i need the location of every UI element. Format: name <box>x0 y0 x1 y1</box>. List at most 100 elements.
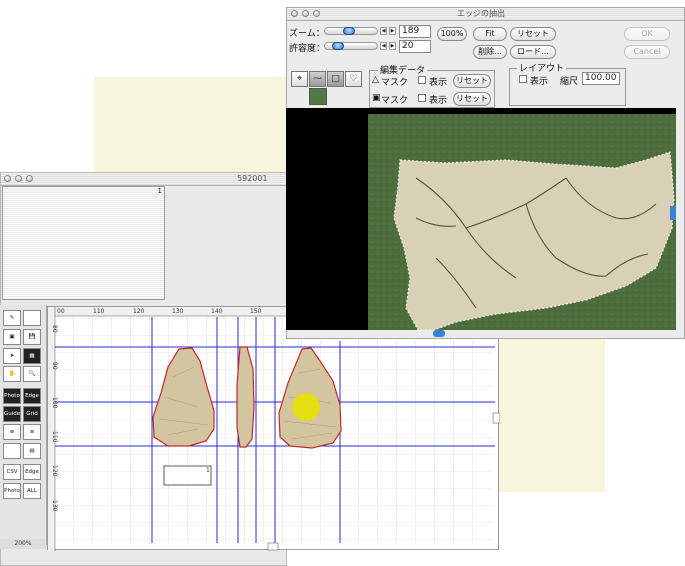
edge-window-titlebar[interactable]: エッジの抽出 <box>287 8 684 21</box>
guide-button[interactable]: Guide <box>3 406 21 422</box>
lasso-icon[interactable]: ♡ <box>345 71 362 87</box>
edge-window-title: エッジの抽出 <box>457 9 505 18</box>
zoom-decrease-icon[interactable]: ◀ <box>380 27 387 35</box>
vruler-label: 120 <box>51 465 58 477</box>
all-export-button[interactable]: ALL <box>23 483 41 499</box>
background-panel-top <box>94 77 287 172</box>
delete-button[interactable]: 削除... <box>473 45 507 59</box>
bottom-scroll-handle[interactable] <box>267 542 279 551</box>
artifact-side[interactable] <box>236 346 255 448</box>
crop-icon[interactable]: ⌖ <box>291 71 308 87</box>
text-box[interactable] <box>163 465 212 486</box>
zoom-slider-knob[interactable] <box>343 27 355 35</box>
close-icon[interactable] <box>4 175 11 182</box>
tolerance-label: 許容度： <box>289 44 326 54</box>
zoom-icon[interactable] <box>313 10 320 17</box>
fit-button[interactable]: Fit <box>473 27 507 41</box>
scale-label: 縮尺 <box>560 77 579 87</box>
minimize-icon[interactable] <box>15 175 22 182</box>
mask2-show-checkbox[interactable] <box>418 94 426 102</box>
hand-tool-icon[interactable]: ✋ <box>3 366 21 382</box>
edge-export-button[interactable]: Edge <box>23 464 41 480</box>
cancel-button[interactable]: Cancel <box>624 45 670 59</box>
ruler-label: 150 <box>250 308 262 315</box>
document-canvas[interactable]: 00 110 120 130 140 150 80 90 100 110 120… <box>47 306 500 551</box>
mask2-show-label: 表示 <box>429 96 448 106</box>
vruler-label: 100 <box>51 397 58 409</box>
horizontal-scroll-knob[interactable] <box>433 330 445 337</box>
minimize-icon[interactable] <box>302 10 309 17</box>
zoom-label: ズーム： <box>289 29 325 39</box>
align-left-icon[interactable]: ≡ <box>3 424 21 440</box>
close-icon[interactable] <box>291 10 298 17</box>
zoom-icon[interactable] <box>26 175 33 182</box>
tolerance-increase-icon[interactable]: ▶ <box>389 42 396 50</box>
text-box-number: 1 <box>206 467 210 474</box>
blank-tool-icon[interactable] <box>23 310 41 326</box>
document-window-titlebar[interactable]: 592001 <box>1 173 286 186</box>
rect-select-icon[interactable]: □ <box>327 71 344 87</box>
edge-button[interactable]: Edge <box>23 388 41 404</box>
photo-button[interactable]: Photo <box>3 388 21 404</box>
tolerance-field[interactable]: 20 <box>399 40 431 53</box>
image-view[interactable] <box>286 108 676 330</box>
mask1-show-checkbox[interactable] <box>418 76 426 84</box>
ruler-label: 120 <box>133 308 145 315</box>
layout-legend: レイアウト <box>517 61 567 74</box>
tolerance-slider[interactable] <box>324 42 378 50</box>
ruler-label: 130 <box>172 308 184 315</box>
tolerance-decrease-icon[interactable]: ◀ <box>380 42 387 50</box>
photo-export-button[interactable]: Photo <box>3 483 21 499</box>
canvas-drawing: 00 110 120 130 140 150 80 90 100 110 120… <box>48 307 500 551</box>
mask2-label: マスク <box>381 96 409 106</box>
reset-button[interactable]: リセット <box>510 27 556 41</box>
page-tool-icon[interactable]: ▤ <box>23 443 41 459</box>
grid <box>55 317 491 543</box>
vertical-ruler <box>48 307 55 551</box>
eyedropper-icon[interactable]: ⁓ <box>309 71 326 87</box>
zoom-level: 200% <box>0 539 46 549</box>
image-tool-icon[interactable]: ▣ <box>3 329 21 345</box>
vruler-label: 130 <box>51 500 58 512</box>
scale-field[interactable]: 100.00 <box>582 72 620 85</box>
blank-tool-2-icon[interactable] <box>3 443 21 459</box>
layout-show-checkbox[interactable] <box>519 75 527 83</box>
zoom-100-button[interactable]: 100% <box>437 27 467 41</box>
align-center-icon[interactable]: ≡ <box>23 424 41 440</box>
background-panel-right <box>498 339 605 492</box>
ruler-label: 140 <box>211 308 223 315</box>
mask1-icon: △ <box>372 75 379 85</box>
document-window-title: 592001 <box>237 174 268 183</box>
ok-button[interactable]: OK <box>624 27 670 41</box>
mask2-reset-button[interactable]: リセット <box>453 92 491 106</box>
grid-button[interactable]: Grid <box>23 406 41 422</box>
csv-button[interactable]: CSV <box>3 464 21 480</box>
ruler-label: 110 <box>93 308 105 315</box>
layout-show-label: 表示 <box>530 77 549 87</box>
arrow-tool-icon[interactable]: ➤ <box>3 348 21 364</box>
save-tool-icon[interactable]: 💾 <box>23 329 41 345</box>
vertical-scroll-knob[interactable] <box>670 206 676 220</box>
right-scroll-handle[interactable] <box>492 412 500 424</box>
highlight-marker[interactable] <box>292 393 320 421</box>
tool-palette: ✎ ▣ 💾 ➤ ▦ ✋ 🔍 Photo Edge Guide Grid ≡ ≡ … <box>0 305 47 545</box>
zoom-field[interactable]: 189 <box>399 25 431 38</box>
mask1-show-label: 表示 <box>429 78 448 88</box>
film-tool-icon[interactable]: ▦ <box>23 348 41 364</box>
color-swatch[interactable] <box>309 88 327 105</box>
vruler-label: 80 <box>51 325 58 333</box>
zoom-increase-icon[interactable]: ▶ <box>389 27 396 35</box>
load-button[interactable]: ロード... <box>510 45 556 59</box>
stone-image <box>368 114 676 330</box>
preview-page-number: 1 <box>157 187 162 195</box>
zoom-slider[interactable] <box>324 27 378 35</box>
page-preview[interactable]: 1 <box>2 186 165 300</box>
vruler-label: 90 <box>51 362 58 370</box>
mask1-reset-button[interactable]: リセット <box>453 74 491 88</box>
magnifier-icon[interactable]: 🔍 <box>23 366 41 382</box>
mask2-icon: ▣ <box>372 93 381 103</box>
mask1-label: マスク <box>381 78 409 88</box>
ruler-label: 00 <box>57 308 65 315</box>
paste-tool-icon[interactable]: ✎ <box>3 310 21 326</box>
tolerance-slider-knob[interactable] <box>332 42 344 50</box>
